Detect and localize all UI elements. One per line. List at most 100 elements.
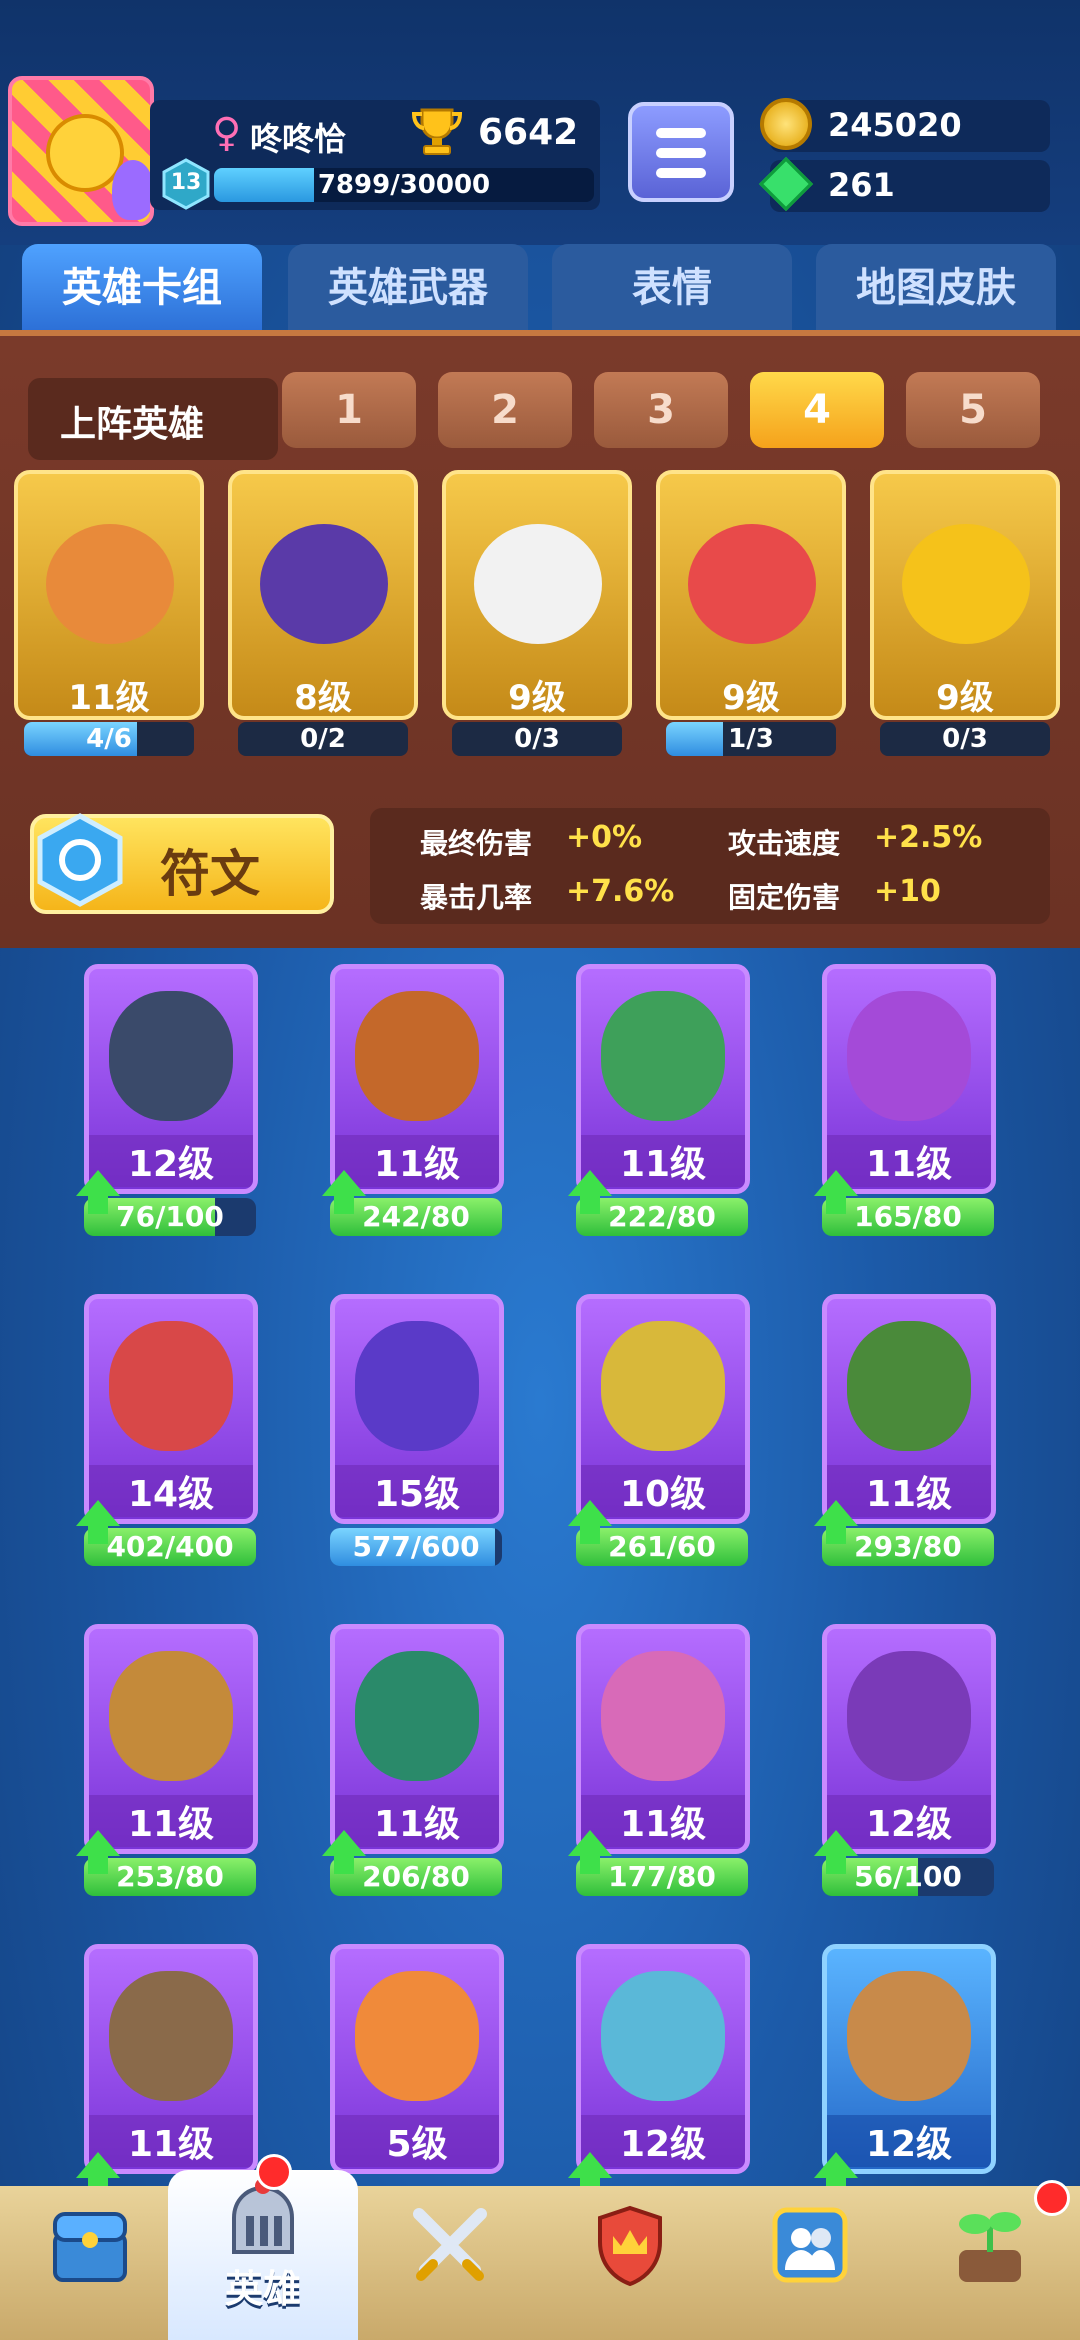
rune-icon (37, 813, 123, 907)
hero-card-progress: 293/80 (822, 1528, 994, 1566)
hero-portrait (847, 1651, 971, 1781)
hero-portrait (601, 1321, 725, 1451)
rune-label: 符文 (160, 845, 260, 903)
stat-name: 最终伤害 (420, 827, 533, 860)
upgrade-arrow-icon (814, 1170, 858, 1214)
female-icon: ♀ (212, 110, 242, 156)
hero-card[interactable]: 5级 (330, 1944, 504, 2174)
lineup-slot-3[interactable]: 3 (594, 372, 728, 448)
hero-portrait (601, 991, 725, 1121)
progress-text: 0/2 (300, 724, 346, 754)
hero-portrait (260, 524, 388, 644)
lineup-slot-1[interactable]: 1 (282, 372, 416, 448)
hero-portrait (688, 524, 816, 644)
hero-portrait (109, 1651, 233, 1781)
upgrade-arrow-icon (568, 1170, 612, 1214)
trophy-count: 6642 (478, 112, 579, 153)
menu-button[interactable] (628, 102, 734, 202)
hero-card[interactable]: 11级 (576, 964, 750, 1194)
tab-map-skins[interactable]: 地图皮肤 (816, 244, 1056, 332)
hero-card-progress: 177/80 (576, 1858, 748, 1896)
hero-card-progress: 206/80 (330, 1858, 502, 1896)
friends-icon (772, 2207, 848, 2283)
hero-card[interactable]: 11级 (84, 1624, 258, 1854)
hero-level: 9级 (936, 678, 994, 718)
hero-portrait (109, 991, 233, 1121)
hero-portrait (902, 524, 1030, 644)
hero-card[interactable]: 14级 (84, 1294, 258, 1524)
hero-card-progress: 165/80 (822, 1198, 994, 1236)
progress-text: 0/3 (514, 724, 560, 754)
hero-level: 9级 (508, 678, 566, 718)
progress-text: 165/80 (854, 1200, 962, 1233)
lineup-slot-5[interactable]: 5 (906, 372, 1040, 448)
hero-level: 9级 (722, 678, 780, 718)
hero-card[interactable]: 12级 (822, 1624, 996, 1854)
hero-card-progress: 261/60 (576, 1528, 748, 1566)
hero-card[interactable]: 11级 (822, 964, 996, 1194)
lineup-hero-card[interactable]: 8级 (228, 470, 418, 720)
progress-text: 293/80 (854, 1530, 962, 1563)
bean-avatar-icon (112, 160, 150, 220)
menu-line (656, 168, 706, 178)
lineup-hero-card[interactable]: 11级 (14, 470, 204, 720)
hero-card[interactable]: 12级 (822, 1944, 996, 2174)
lineup-hero-card[interactable]: 9级 (870, 470, 1060, 720)
hero-card-progress: 242/80 (330, 1198, 502, 1236)
hero-portrait (46, 524, 174, 644)
stat-value: +2.5% (874, 820, 983, 855)
upgrade-arrow-icon (76, 1830, 120, 1874)
upgrade-arrow-icon (322, 1170, 366, 1214)
upgrade-arrow-icon (568, 1830, 612, 1874)
progress-text: 253/80 (116, 1860, 224, 1893)
hero-card-progress: 0/3 (880, 722, 1050, 756)
menu-line (656, 128, 706, 138)
progress-text: 206/80 (362, 1860, 470, 1893)
upgrade-arrow-icon (76, 1500, 120, 1544)
player-avatar[interactable] (8, 76, 154, 226)
lineup-hero-card[interactable]: 9级 (442, 470, 632, 720)
lineup-label: 上阵英雄 (60, 404, 205, 445)
hero-card[interactable]: 11级 (576, 1624, 750, 1854)
stat-name: 固定伤害 (728, 881, 841, 914)
hero-card[interactable]: 15级 (330, 1294, 504, 1524)
hero-level: 11级 (68, 678, 150, 718)
shield-crown-icon (598, 2205, 662, 2287)
lineup-slot-2[interactable]: 2 (438, 372, 572, 448)
stat-name: 暴击几率 (420, 881, 533, 914)
xp-text: 7899/30000 (317, 170, 491, 200)
hero-portrait (847, 991, 971, 1121)
coin-icon (760, 98, 812, 150)
hero-card-progress: 402/400 (84, 1528, 256, 1566)
progress-text: 1/3 (728, 724, 774, 754)
hero-portrait (355, 1971, 479, 2101)
progress-text: 261/60 (608, 1530, 716, 1563)
progress-text: 56/100 (854, 1860, 962, 1893)
hero-portrait (355, 1321, 479, 1451)
stat-value: +0% (566, 820, 643, 855)
hero-portrait (109, 1971, 233, 2101)
hero-portrait (847, 1971, 971, 2101)
stat-value: +10 (874, 874, 941, 909)
tab-hero-deck[interactable]: 英雄卡组 (22, 244, 262, 332)
tab-hero-weapons[interactable]: 英雄武器 (288, 244, 528, 332)
hero-card-progress: 56/100 (822, 1858, 994, 1896)
hero-card[interactable]: 12级 (84, 964, 258, 1194)
hero-card[interactable]: 12级 (576, 1944, 750, 2174)
trophy-icon (411, 108, 463, 155)
hero-card[interactable]: 11级 (84, 1944, 258, 2174)
upgrade-arrow-icon (814, 1500, 858, 1544)
gem-panel[interactable] (770, 160, 1050, 212)
stat-name: 攻击速度 (728, 827, 841, 860)
progress-text: 76/100 (116, 1200, 224, 1233)
lineup-hero-card[interactable]: 9级 (656, 470, 846, 720)
lineup-slot-4[interactable]: 4 (750, 372, 884, 448)
coin-count: 245020 (828, 106, 962, 144)
gem-count: 261 (828, 166, 895, 204)
hero-card[interactable]: 11级 (330, 1624, 504, 1854)
hero-card[interactable]: 11级 (822, 1294, 996, 1524)
hero-card[interactable]: 10级 (576, 1294, 750, 1524)
tab-emotes[interactable]: 表情 (552, 244, 792, 332)
progress-text: 402/400 (106, 1530, 234, 1563)
hero-card[interactable]: 11级 (330, 964, 504, 1194)
